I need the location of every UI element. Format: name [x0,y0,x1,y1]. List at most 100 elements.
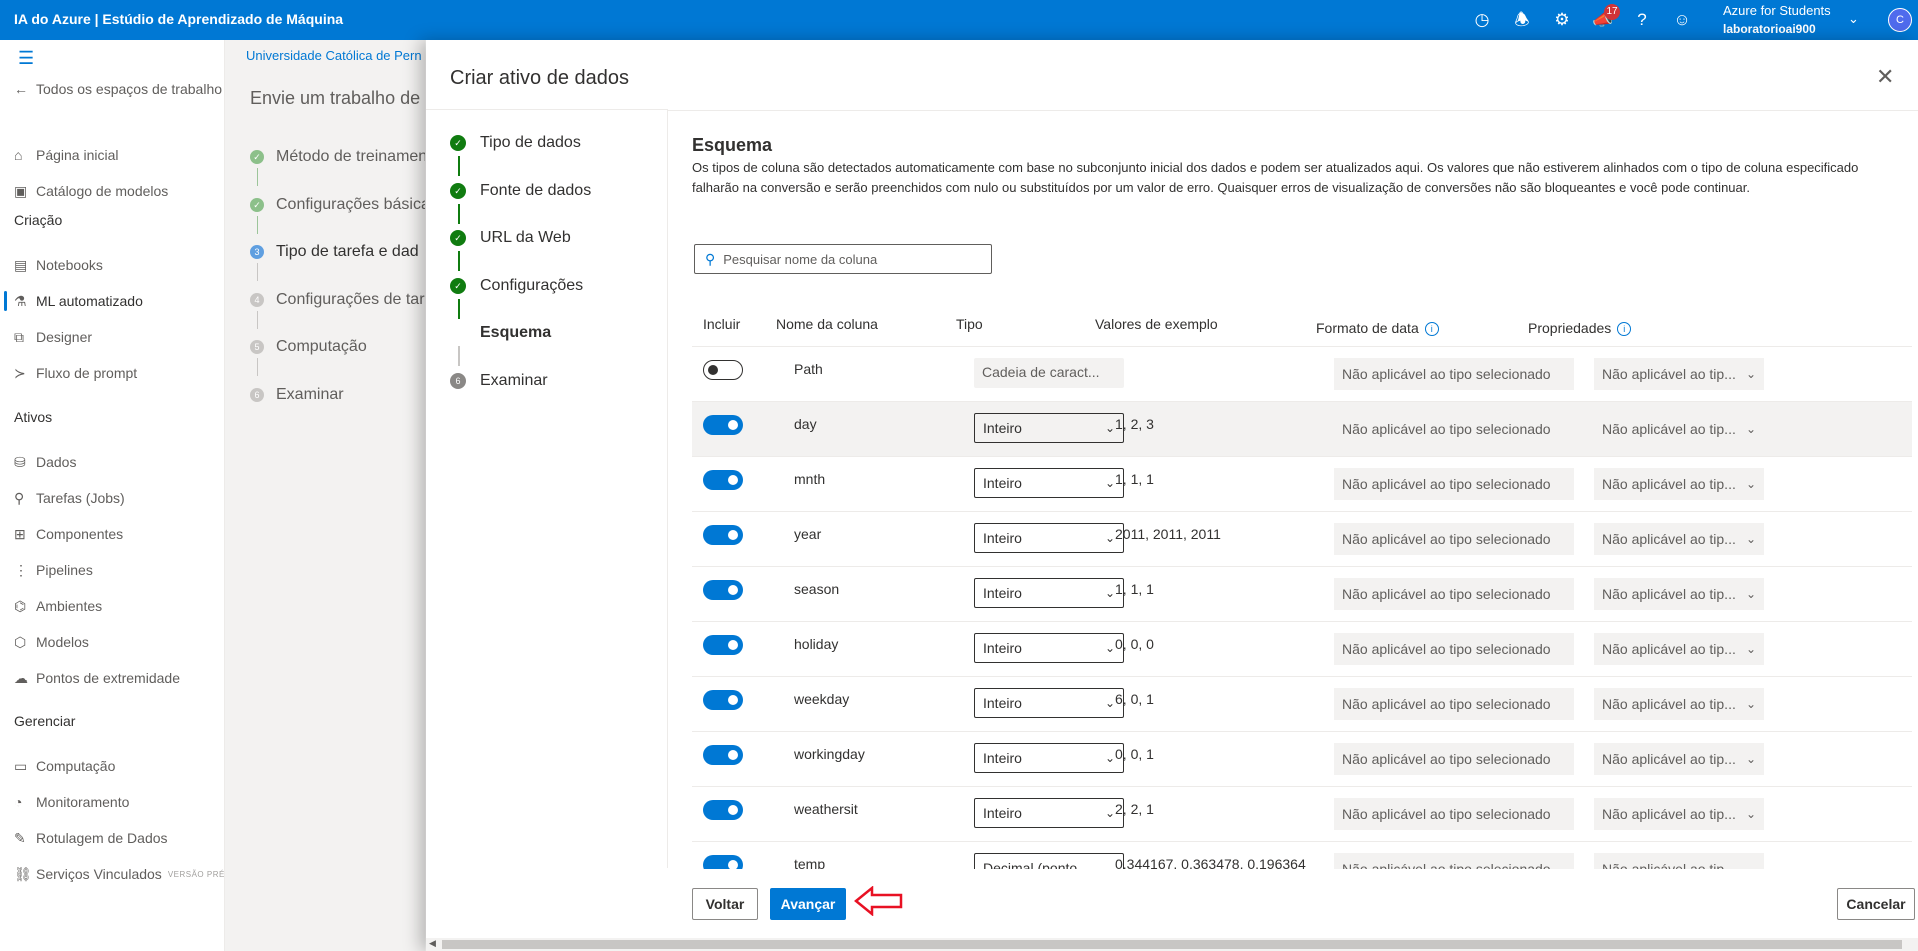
sidebar-item-modelos[interactable]: ⬡ Modelos [14,627,89,657]
scroll-left-icon[interactable]: ◀ [429,938,436,949]
wizard-step-esquema[interactable]: 5 Esquema [450,324,551,342]
wizard-step-url-da-web[interactable]: ✓ URL da Web [450,229,571,247]
sidebar-item-monitoramento[interactable]: ◔ Monitoramento [14,787,129,817]
cancel-button[interactable]: Cancelar [1837,888,1915,920]
wizard-step-examinar[interactable]: 6 Examinar [450,372,548,390]
sidebar-item-pontos-de-extremidade[interactable]: ☁ Pontos de extremidade [14,663,180,693]
sidebar-item-computa-o[interactable]: ▭ Computação [14,751,115,781]
properties-dropdown[interactable]: Não aplicável ao tip... ⌄ [1594,578,1764,610]
chevron-down-icon: ⌄ [1745,587,1756,601]
automl-icon: ⚗ [14,292,27,309]
background-page-title: Envie um trabalho de [250,88,421,108]
sidebar-item-ml-automatizado[interactable]: ⚗ ML automatizado [14,286,143,316]
next-button[interactable]: Avançar [770,888,846,920]
chevron-down-icon: ⌄ [1104,806,1115,820]
column-type-dropdown[interactable]: Inteiro ⌄ [974,523,1124,553]
properties-dropdown[interactable]: Não aplicável ao tip... ⌄ [1594,468,1764,500]
column-type-dropdown[interactable]: Inteiro ⌄ [974,743,1124,773]
wizard-step-tipo-de-dados[interactable]: ✓ Tipo de dados [450,134,581,152]
hamburger-menu-icon[interactable]: ☰ [18,48,34,69]
step-connector [458,203,460,224]
check-icon: ✓ [450,135,466,151]
sidebar-item-label: Tarefas (Jobs) [36,490,125,506]
sidebar-item-label: Pontos de extremidade [36,670,180,686]
info-icon[interactable]: i [1424,322,1439,337]
app-title[interactable]: IA do Azure | Estúdio de Aprendizado de … [14,11,343,27]
include-toggle[interactable] [703,525,743,545]
avatar[interactable]: C [1888,8,1912,32]
wizard-step-fonte-de-dados[interactable]: ✓ Fonte de dados [450,182,591,200]
sidebar-item-label: Página inicial [36,147,119,163]
sidebar-item-componentes[interactable]: ⊞ Componentes [14,519,123,549]
chevron-down-icon[interactable]: ⌄ [1848,11,1859,27]
account-name[interactable]: Azure for Students [1723,3,1831,18]
back-to-workspaces-link[interactable]: ← Todos os espaços de trabalho [14,74,222,104]
step-number: 6 [250,387,264,402]
pipelines-icon: ⋮ [14,561,28,578]
background-step: 6 Examinar [250,386,344,404]
properties-dropdown[interactable]: Não aplicável ao tip... ⌄ [1594,633,1764,665]
account-workspace[interactable]: laboratorioai900 [1723,22,1816,36]
column-search-input[interactable]: ⚲ Pesquisar nome da coluna [694,244,992,274]
properties-dropdown[interactable]: Não aplicável ao tip... ⌄ [1594,743,1764,775]
include-toggle[interactable] [703,690,743,710]
include-toggle[interactable] [703,580,743,600]
sidebar-item-cat-logo-de-modelos[interactable]: ▣ Catálogo de modelos [14,176,168,206]
step-number: 5 [250,340,264,354]
sidebar-item-designer[interactable]: ⧉ Designer [14,322,92,352]
column-type-dropdown[interactable]: Inteiro ⌄ [974,468,1124,498]
column-name: day [794,416,817,432]
help-icon[interactable]: ? [1632,10,1652,30]
step-connector [257,215,258,234]
include-toggle[interactable] [703,360,743,380]
breadcrumb[interactable]: Universidade Católica de Pern [246,48,422,63]
sidebar-item-tarefas-jobs-[interactable]: ⚲ Tarefas (Jobs) [14,483,125,513]
include-toggle[interactable] [703,745,743,765]
sidebar-item-servi-os-vinculados[interactable]: ⛓Serviços Vinculados VERSÃO PRÉVIA [14,859,224,889]
properties-value: Não aplicável ao tip... [1602,366,1736,382]
include-toggle[interactable] [703,800,743,820]
close-icon[interactable]: ✕ [1876,64,1894,90]
gear-icon[interactable]: ⚙ [1552,10,1572,30]
wizard-step-configura-es[interactable]: ✓ Configurações [450,277,583,295]
sidebar-item-notebooks[interactable]: ▤ Notebooks [14,250,103,280]
include-toggle[interactable] [703,470,743,490]
include-toggle[interactable] [703,635,743,655]
properties-value: Não aplicável ao tip... [1602,806,1736,822]
properties-dropdown[interactable]: Não aplicável ao tip... ⌄ [1594,798,1764,830]
background-step: 4 Configurações de tar [250,291,425,309]
sidebar-item-rotulagem-de-dados[interactable]: ✎ Rotulagem de Dados [14,823,168,853]
sidebar-item-p-gina-inicial[interactable]: ⌂ Página inicial [14,140,119,170]
sidebar-item-ambientes[interactable]: ⌬ Ambientes [14,591,102,621]
smiley-icon[interactable]: ☺ [1672,10,1692,30]
properties-value: Não aplicável ao tip... [1602,421,1736,437]
background-step-label: Método de treinamen [276,148,425,165]
monitoring-icon: ◔ [14,794,23,810]
bell-icon[interactable]: 🕭 [1512,10,1532,30]
properties-dropdown[interactable]: Não aplicável ao tip... ⌄ [1594,523,1764,555]
properties-dropdown[interactable]: Não aplicável ao tip... ⌄ [1594,688,1764,720]
chevron-down-icon: ⌄ [1745,697,1756,711]
sidebar-item-pipelines[interactable]: ⋮ Pipelines [14,555,93,585]
chevron-down-icon: ⌄ [1104,476,1115,490]
properties-dropdown[interactable]: Não aplicável ao tip... ⌄ [1594,853,1764,869]
include-toggle[interactable] [703,855,743,869]
column-type-dropdown[interactable]: Inteiro ⌄ [974,633,1124,663]
column-type-dropdown[interactable]: Inteiro ⌄ [974,578,1124,608]
sidebar-item-fluxo-de-prompt[interactable]: ≻ Fluxo de prompt [14,358,137,388]
column-type-dropdown[interactable]: Inteiro ⌄ [974,688,1124,718]
step-connector [257,358,258,376]
include-toggle[interactable] [703,415,743,435]
back-button[interactable]: Voltar [692,888,758,920]
clock-icon[interactable]: ◷ [1472,10,1492,30]
properties-dropdown[interactable]: Não aplicável ao tip... ⌄ [1594,358,1764,390]
info-icon[interactable]: i [1617,322,1632,337]
column-type-dropdown[interactable]: Inteiro ⌄ [974,798,1124,828]
step-connector [458,298,460,319]
sidebar-item-dados[interactable]: ⛁ Dados [14,447,76,477]
horizontal-scrollbar[interactable]: ◀ [426,938,1918,951]
column-type-dropdown[interactable]: Inteiro ⌄ [974,413,1124,443]
scrollbar-thumb[interactable] [442,940,1902,949]
column-type-dropdown[interactable]: Decimal (ponto ... ⌄ [974,853,1124,869]
properties-dropdown[interactable]: Não aplicável ao tip... ⌄ [1594,413,1764,445]
